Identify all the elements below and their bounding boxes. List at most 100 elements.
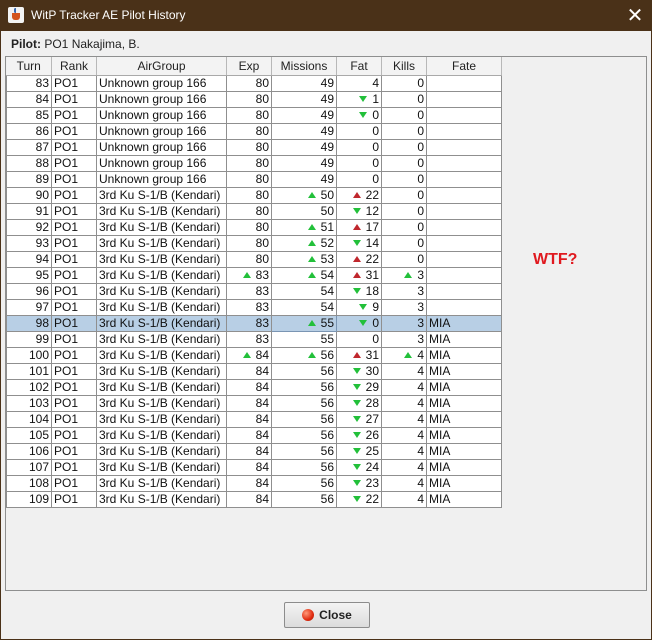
cell-fate[interactable]: MIA [426, 475, 502, 492]
cell-fat[interactable]: 31 [336, 347, 382, 364]
cell-airgroup[interactable]: 3rd Ku S-1/B (Kendari) [96, 219, 227, 236]
table-row[interactable]: 97 PO1 3rd Ku S-1/B (Kendari) 83 54 9 3 [6, 299, 502, 316]
cell-exp[interactable]: 83 [226, 283, 272, 300]
table-row[interactable]: 106 PO1 3rd Ku S-1/B (Kendari) 84 56 25 4 MIA [6, 443, 502, 460]
table-row[interactable]: 83 PO1 Unknown group 166 80 49 4 0 [6, 75, 502, 92]
cell-exp[interactable]: 80 [226, 171, 272, 188]
cell-kills[interactable]: 4 [381, 363, 427, 380]
cell-turn[interactable]: 97 [6, 299, 52, 316]
cell-kills[interactable]: 4 [381, 475, 427, 492]
cell-missions[interactable]: 56 [271, 395, 337, 412]
cell-rank[interactable]: PO1 [51, 123, 97, 140]
cell-rank[interactable]: PO1 [51, 171, 97, 188]
cell-missions[interactable]: 56 [271, 411, 337, 428]
cell-fate[interactable] [426, 203, 502, 220]
table-row[interactable]: 102 PO1 3rd Ku S-1/B (Kendari) 84 56 29 4 MIA [6, 379, 502, 396]
cell-fat[interactable]: 23 [336, 475, 382, 492]
cell-rank[interactable]: PO1 [51, 315, 97, 332]
cell-turn[interactable]: 105 [6, 427, 52, 444]
cell-exp[interactable]: 84 [226, 491, 272, 508]
cell-fate[interactable]: MIA [426, 411, 502, 428]
cell-turn[interactable]: 101 [6, 363, 52, 380]
cell-kills[interactable]: 3 [381, 267, 427, 284]
cell-fat[interactable]: 22 [336, 251, 382, 268]
cell-turn[interactable]: 87 [6, 139, 52, 156]
cell-fate[interactable]: MIA [426, 363, 502, 380]
cell-airgroup[interactable]: 3rd Ku S-1/B (Kendari) [96, 491, 227, 508]
cell-fat[interactable]: 28 [336, 395, 382, 412]
cell-airgroup[interactable]: 3rd Ku S-1/B (Kendari) [96, 315, 227, 332]
cell-fate[interactable] [426, 283, 502, 300]
cell-fate[interactable]: MIA [426, 331, 502, 348]
cell-turn[interactable]: 109 [6, 491, 52, 508]
cell-kills[interactable]: 0 [381, 187, 427, 204]
cell-exp[interactable]: 80 [226, 219, 272, 236]
cell-fat[interactable]: 17 [336, 219, 382, 236]
cell-turn[interactable]: 100 [6, 347, 52, 364]
cell-turn[interactable]: 106 [6, 443, 52, 460]
cell-fate[interactable]: MIA [426, 443, 502, 460]
cell-turn[interactable]: 89 [6, 171, 52, 188]
table-row[interactable]: 101 PO1 3rd Ku S-1/B (Kendari) 84 56 30 4 MIA [6, 363, 502, 380]
cell-fate[interactable] [426, 75, 502, 92]
cell-fate[interactable] [426, 267, 502, 284]
cell-fate[interactable] [426, 219, 502, 236]
cell-turn[interactable]: 99 [6, 331, 52, 348]
cell-rank[interactable]: PO1 [51, 75, 97, 92]
cell-missions[interactable]: 49 [271, 123, 337, 140]
cell-exp[interactable]: 80 [226, 155, 272, 172]
cell-missions[interactable]: 56 [271, 491, 337, 508]
cell-fate[interactable]: MIA [426, 427, 502, 444]
table-row[interactable]: 91 PO1 3rd Ku S-1/B (Kendari) 80 50 12 0 [6, 203, 502, 220]
cell-fate[interactable] [426, 155, 502, 172]
cell-airgroup[interactable]: Unknown group 166 [96, 107, 227, 124]
cell-rank[interactable]: PO1 [51, 411, 97, 428]
cell-missions[interactable]: 56 [271, 347, 337, 364]
cell-airgroup[interactable]: Unknown group 166 [96, 139, 227, 156]
cell-airgroup[interactable]: 3rd Ku S-1/B (Kendari) [96, 395, 227, 412]
table-row[interactable]: 94 PO1 3rd Ku S-1/B (Kendari) 80 53 22 0 [6, 251, 502, 268]
cell-airgroup[interactable]: Unknown group 166 [96, 155, 227, 172]
cell-fat[interactable]: 4 [336, 75, 382, 92]
cell-airgroup[interactable]: 3rd Ku S-1/B (Kendari) [96, 299, 227, 316]
cell-fate[interactable] [426, 91, 502, 108]
column-header-rank[interactable]: Rank [51, 57, 97, 76]
cell-rank[interactable]: PO1 [51, 155, 97, 172]
cell-rank[interactable]: PO1 [51, 427, 97, 444]
cell-exp[interactable]: 84 [226, 411, 272, 428]
cell-fate[interactable]: MIA [426, 395, 502, 412]
cell-fat[interactable]: 0 [336, 155, 382, 172]
cell-missions[interactable]: 55 [271, 314, 337, 332]
cell-kills[interactable]: 0 [381, 139, 427, 156]
cell-missions[interactable]: 56 [271, 427, 337, 444]
cell-exp[interactable]: 80 [226, 235, 272, 252]
cell-fate[interactable] [426, 251, 502, 268]
cell-rank[interactable]: PO1 [51, 299, 97, 316]
cell-exp[interactable]: 84 [226, 459, 272, 476]
table-row[interactable]: 92 PO1 3rd Ku S-1/B (Kendari) 80 51 17 0 [6, 219, 502, 236]
cell-airgroup[interactable]: 3rd Ku S-1/B (Kendari) [96, 235, 227, 252]
cell-rank[interactable]: PO1 [51, 251, 97, 268]
cell-fat[interactable]: 25 [336, 443, 382, 460]
cell-kills[interactable]: 0 [381, 75, 427, 92]
table-row[interactable]: 95 PO1 3rd Ku S-1/B (Kendari) 83 54 31 3 [6, 267, 502, 284]
cell-airgroup[interactable]: 3rd Ku S-1/B (Kendari) [96, 363, 227, 380]
cell-fat[interactable]: 0 [336, 331, 382, 348]
cell-turn[interactable]: 98 [6, 315, 52, 332]
cell-airgroup[interactable]: Unknown group 166 [96, 171, 227, 188]
cell-fate[interactable]: MIA [426, 379, 502, 396]
cell-fat[interactable]: 30 [336, 363, 382, 380]
cell-turn[interactable]: 102 [6, 379, 52, 396]
cell-airgroup[interactable]: 3rd Ku S-1/B (Kendari) [96, 427, 227, 444]
cell-exp[interactable]: 84 [226, 395, 272, 412]
table-row[interactable]: 98 PO1 3rd Ku S-1/B (Kendari) 83 55 0 3 MIA [6, 314, 502, 332]
cell-exp[interactable]: 80 [226, 139, 272, 156]
table-row[interactable]: 100 PO1 3rd Ku S-1/B (Kendari) 84 56 31 4 MIA [6, 347, 502, 364]
cell-fat[interactable]: 22 [336, 491, 382, 508]
cell-exp[interactable]: 84 [226, 347, 272, 364]
cell-kills[interactable]: 3 [381, 331, 427, 348]
cell-rank[interactable]: PO1 [51, 491, 97, 508]
cell-fate[interactable]: MIA [426, 491, 502, 508]
cell-rank[interactable]: PO1 [51, 283, 97, 300]
cell-kills[interactable]: 0 [381, 171, 427, 188]
